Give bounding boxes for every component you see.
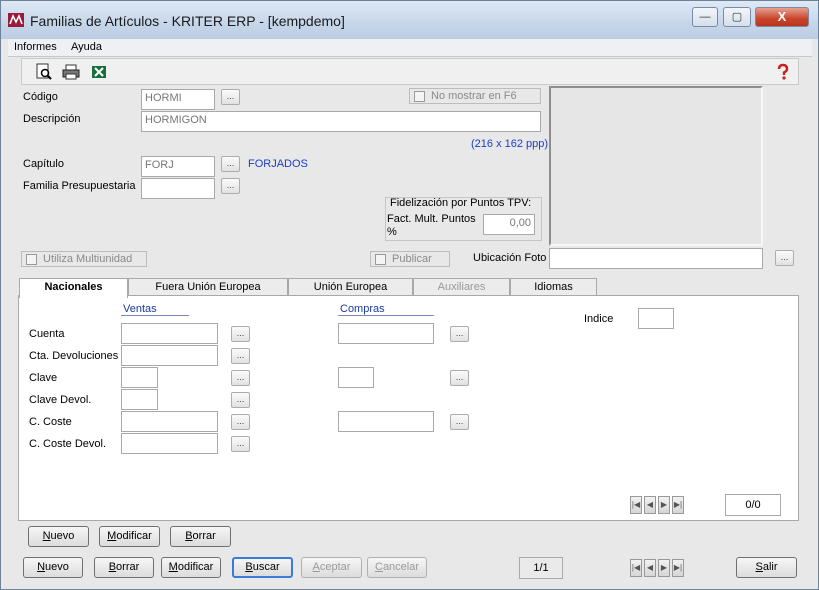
tab-nuevo-button[interactable]: Nuevo: [28, 526, 89, 547]
record-navigator: |◀ ◀ ▶ ▶|: [630, 559, 686, 577]
cta-devoluciones-label: Cta. Devoluciones: [29, 350, 119, 362]
codigo-label: Código: [23, 91, 58, 103]
utiliza-multiunidad-checkbox[interactable]: Utiliza Multiunidad: [21, 251, 147, 267]
codigo-field[interactable]: HORMI: [141, 89, 215, 110]
descripcion-label: Descripción: [23, 113, 81, 125]
c-coste-label: C. Coste: [29, 416, 72, 428]
compras-column-header: Compras: [338, 303, 434, 316]
ubicacion-foto-label: Ubicación Foto: [473, 252, 547, 264]
help-icon[interactable]: [774, 63, 792, 81]
prev-record-icon[interactable]: ◀: [644, 559, 656, 577]
menu-bar: Informes Ayuda: [8, 39, 812, 57]
image-size-hint: (216 x 162 ppp): [471, 138, 549, 150]
menu-informes[interactable]: Informes: [14, 41, 57, 53]
nuevo-button[interactable]: Nuevo: [23, 557, 83, 578]
familia-presupuestaria-field[interactable]: [141, 178, 215, 199]
cancelar-button: Cancelar: [367, 557, 427, 578]
cuenta-label: Cuenta: [29, 328, 65, 340]
clave-devol-lookup-button[interactable]: ...: [231, 392, 250, 408]
cuenta-compras-field[interactable]: [338, 323, 434, 344]
c-coste-devol-label: C. Coste Devol.: [29, 438, 107, 450]
c-coste-devol-lookup-button[interactable]: ...: [231, 436, 250, 452]
next-record-icon[interactable]: ▶: [658, 559, 670, 577]
aceptar-button: Aceptar: [301, 557, 362, 578]
capitulo-field[interactable]: FORJ: [141, 156, 215, 177]
first-record-icon[interactable]: |◀: [630, 559, 642, 577]
excel-icon[interactable]: [90, 63, 108, 81]
no-mostrar-f6-box[interactable]: [414, 91, 425, 102]
codigo-lookup-button[interactable]: ...: [221, 89, 240, 105]
fact-mult-unit: %: [387, 226, 397, 238]
no-mostrar-f6-checkbox[interactable]: No mostrar en F6: [409, 88, 541, 104]
preview-icon[interactable]: [35, 63, 53, 81]
print-icon[interactable]: [62, 63, 80, 81]
first-record-icon[interactable]: |◀: [630, 496, 642, 514]
clave-devol-ventas-field[interactable]: [121, 389, 158, 410]
indice-field[interactable]: [638, 308, 674, 329]
salir-button[interactable]: Salir: [736, 557, 797, 578]
toolbar: [21, 58, 799, 85]
close-icon: X: [777, 9, 787, 24]
photo-preview: [549, 86, 763, 246]
utiliza-multiunidad-label: Utiliza Multiunidad: [43, 253, 133, 265]
ubicacion-foto-browse-button[interactable]: ...: [775, 250, 794, 266]
app-logo-icon: [8, 13, 24, 27]
prev-record-icon[interactable]: ◀: [644, 496, 656, 514]
publicar-label: Publicar: [392, 253, 432, 265]
indice-label: Indice: [584, 313, 614, 325]
record-counter: 1/1: [519, 557, 563, 579]
borrar-button[interactable]: Borrar: [94, 557, 154, 578]
minimize-button[interactable]: —: [692, 7, 718, 27]
minimize-icon: —: [699, 11, 711, 23]
familia-presupuestaria-label: Familia Presupuestaria: [23, 180, 136, 192]
publicar-checkbox[interactable]: Publicar: [370, 251, 450, 267]
main-window: Familias de Artículos - KRITER ERP - [ke…: [0, 0, 819, 590]
no-mostrar-f6-label: No mostrar en F6: [431, 90, 517, 102]
descripcion-field[interactable]: HORMIGON: [141, 111, 541, 132]
cta-devoluciones-lookup-button[interactable]: ...: [231, 348, 250, 364]
fact-mult-label: Fact. Mult. Puntos: [387, 213, 476, 225]
maximize-button[interactable]: ▢: [723, 7, 751, 27]
fact-mult-field[interactable]: 0,00: [483, 214, 535, 235]
tab-modificar-button[interactable]: Modificar: [99, 526, 160, 547]
tab-record-counter: 0/0: [725, 494, 781, 516]
capitulo-label: Capítulo: [23, 158, 64, 170]
next-record-icon[interactable]: ▶: [658, 496, 670, 514]
menu-ayuda[interactable]: Ayuda: [71, 41, 102, 53]
capitulo-description: FORJADOS: [248, 158, 308, 170]
title-bar[interactable]: Familias de Artículos - KRITER ERP - [ke…: [1, 1, 818, 39]
maximize-icon: ▢: [731, 11, 743, 23]
ventas-column-header: Ventas: [121, 303, 189, 316]
clave-compras-lookup-button[interactable]: ...: [450, 370, 469, 386]
c-coste-compras-field[interactable]: [338, 411, 434, 432]
ubicacion-foto-field[interactable]: [549, 248, 763, 269]
tab-nacionales[interactable]: Nacionales: [19, 278, 128, 298]
cuenta-ventas-lookup-button[interactable]: ...: [231, 326, 250, 342]
close-button[interactable]: X: [755, 7, 809, 27]
clave-compras-field[interactable]: [338, 367, 374, 388]
cta-devoluciones-ventas-field[interactable]: [121, 345, 218, 366]
c-coste-compras-lookup-button[interactable]: ...: [450, 414, 469, 430]
cuenta-ventas-field[interactable]: [121, 323, 218, 344]
tab-record-navigator: |◀ ◀ ▶ ▶|: [630, 496, 686, 514]
capitulo-lookup-button[interactable]: ...: [221, 156, 240, 172]
utiliza-multiunidad-box[interactable]: [26, 254, 37, 265]
clave-ventas-field[interactable]: [121, 367, 158, 388]
cuenta-compras-lookup-button[interactable]: ...: [450, 326, 469, 342]
modificar-button[interactable]: Modificar: [161, 557, 221, 578]
familia-presupuestaria-lookup-button[interactable]: ...: [221, 178, 240, 194]
c-coste-ventas-field[interactable]: [121, 411, 218, 432]
tab-borrar-button[interactable]: Borrar: [170, 526, 231, 547]
c-coste-devol-ventas-field[interactable]: [121, 433, 218, 454]
publicar-box[interactable]: [375, 254, 386, 265]
clave-devol-label: Clave Devol.: [29, 394, 92, 406]
last-record-icon[interactable]: ▶|: [672, 559, 684, 577]
buscar-button[interactable]: Buscar: [232, 557, 293, 578]
last-record-icon[interactable]: ▶|: [672, 496, 684, 514]
c-coste-ventas-lookup-button[interactable]: ...: [231, 414, 250, 430]
window-title: Familias de Artículos - KRITER ERP - [ke…: [30, 13, 345, 29]
clave-label: Clave: [29, 372, 58, 384]
clave-ventas-lookup-button[interactable]: ...: [231, 370, 250, 386]
